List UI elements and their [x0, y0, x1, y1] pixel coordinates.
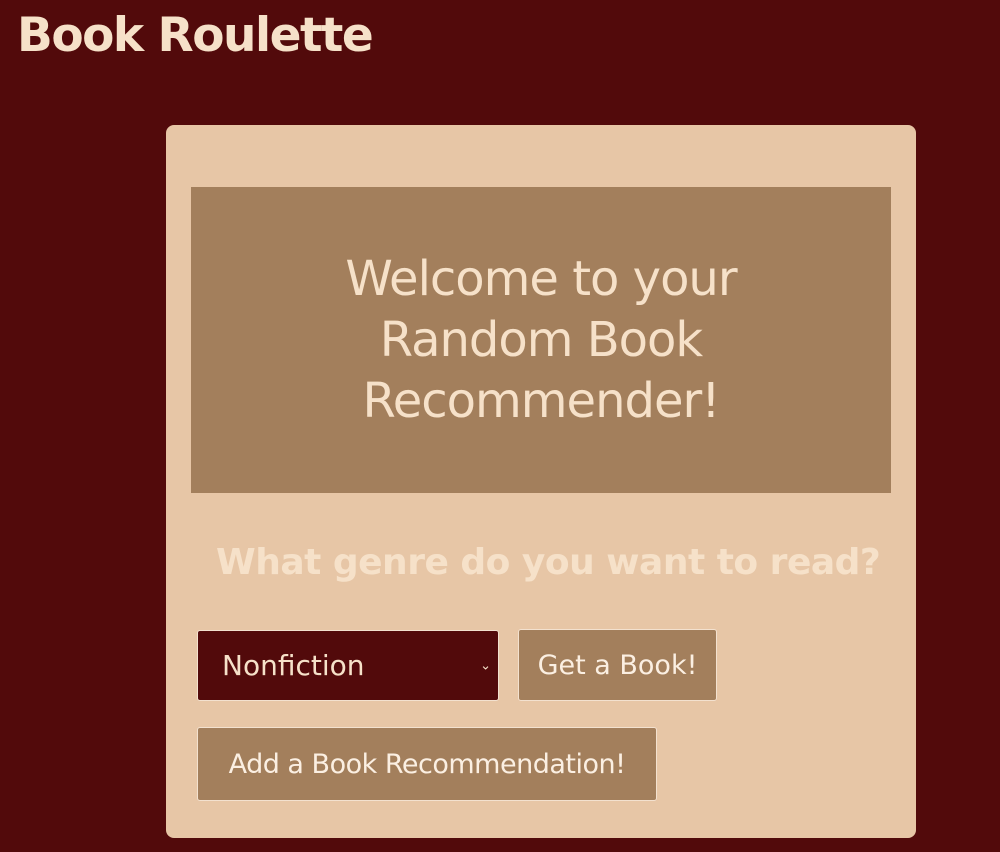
get-book-button[interactable]: Get a Book!: [518, 629, 717, 701]
welcome-heading: Welcome to your Random Book Recommender!: [345, 250, 737, 429]
main-card: Welcome to your Random Book Recommender!…: [166, 125, 916, 838]
genre-prompt: What genre do you want to read?: [216, 542, 881, 583]
chevron-down-icon: ⌄: [480, 658, 491, 673]
genre-select[interactable]: Nonfiction ⌄: [197, 630, 499, 701]
add-recommendation-button[interactable]: Add a Book Recommendation!: [197, 727, 657, 801]
genre-select-value: Nonfiction: [222, 649, 365, 682]
app-title: Book Roulette: [17, 8, 374, 63]
welcome-banner: Welcome to your Random Book Recommender!: [191, 187, 891, 493]
